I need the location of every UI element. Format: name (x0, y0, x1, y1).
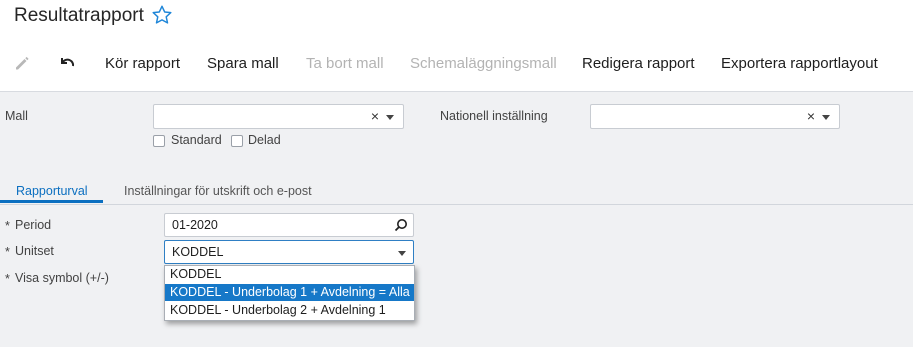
unitset-select[interactable]: KODDEL (164, 240, 414, 264)
schedule-template-button[interactable]: Schemaläggningsmall (410, 55, 557, 72)
unitset-dropdown-list: KODDEL KODDEL - Underbolag 1 + Avdelning… (164, 265, 415, 321)
tab-print-email-settings[interactable]: Inställningar för utskrift och e-post (124, 184, 312, 198)
dropdown-option-selected[interactable]: KODDEL - Underbolag 1 + Avdelning = Alla (165, 284, 414, 301)
period-value: 01-2020 (172, 218, 218, 232)
dropdown-option[interactable]: KODDEL (165, 266, 414, 283)
required-marker: * (5, 272, 10, 286)
pencil-edit-icon[interactable] (13, 54, 31, 72)
shared-label: Delad (248, 133, 281, 147)
delete-template-button[interactable]: Ta bort mall (306, 55, 384, 72)
active-tab-indicator (0, 200, 103, 203)
mall-label: Mall (5, 109, 28, 123)
chevron-down-icon[interactable] (398, 251, 406, 256)
unitset-value: KODDEL (172, 245, 224, 259)
undo-icon[interactable] (58, 54, 76, 72)
tab-bar: Rapporturval Inställningar för utskrift … (0, 181, 913, 205)
clear-icon[interactable]: × (807, 108, 815, 124)
export-layout-button[interactable]: Exportera rapportlayout (721, 55, 878, 72)
chevron-down-icon[interactable] (386, 115, 394, 120)
edit-report-button[interactable]: Redigera rapport (582, 55, 695, 72)
national-setting-label: Nationell inställning (440, 109, 548, 123)
national-setting-select[interactable]: × (590, 104, 840, 129)
toolbar: Kör rapport Spara mall Ta bort mall Sche… (0, 36, 913, 92)
clear-icon[interactable]: × (371, 108, 379, 124)
shared-checkbox[interactable] (231, 135, 243, 147)
title-bar: Resultatrapport (0, 0, 913, 36)
standard-checkbox[interactable] (153, 135, 165, 147)
required-marker: * (5, 219, 10, 233)
save-template-button[interactable]: Spara mall (207, 55, 279, 72)
chevron-down-icon[interactable] (822, 115, 830, 120)
standard-label: Standard (171, 133, 222, 147)
page-title: Resultatrapport (14, 5, 144, 26)
unitset-label: Unitset (15, 244, 54, 258)
search-icon[interactable] (394, 218, 408, 232)
show-symbol-label: Visa symbol (+/-) (15, 271, 109, 285)
dropdown-option[interactable]: KODDEL - Underbolag 2 + Avdelning 1 (165, 302, 414, 319)
period-input[interactable]: 01-2020 (164, 213, 414, 237)
required-marker: * (5, 245, 10, 259)
run-report-button[interactable]: Kör rapport (105, 55, 180, 72)
mall-select[interactable]: × (153, 104, 404, 129)
star-favorite-icon[interactable] (151, 4, 173, 26)
form-area (0, 93, 913, 347)
tab-report-selection[interactable]: Rapporturval (16, 184, 88, 198)
period-label: Period (15, 218, 52, 232)
